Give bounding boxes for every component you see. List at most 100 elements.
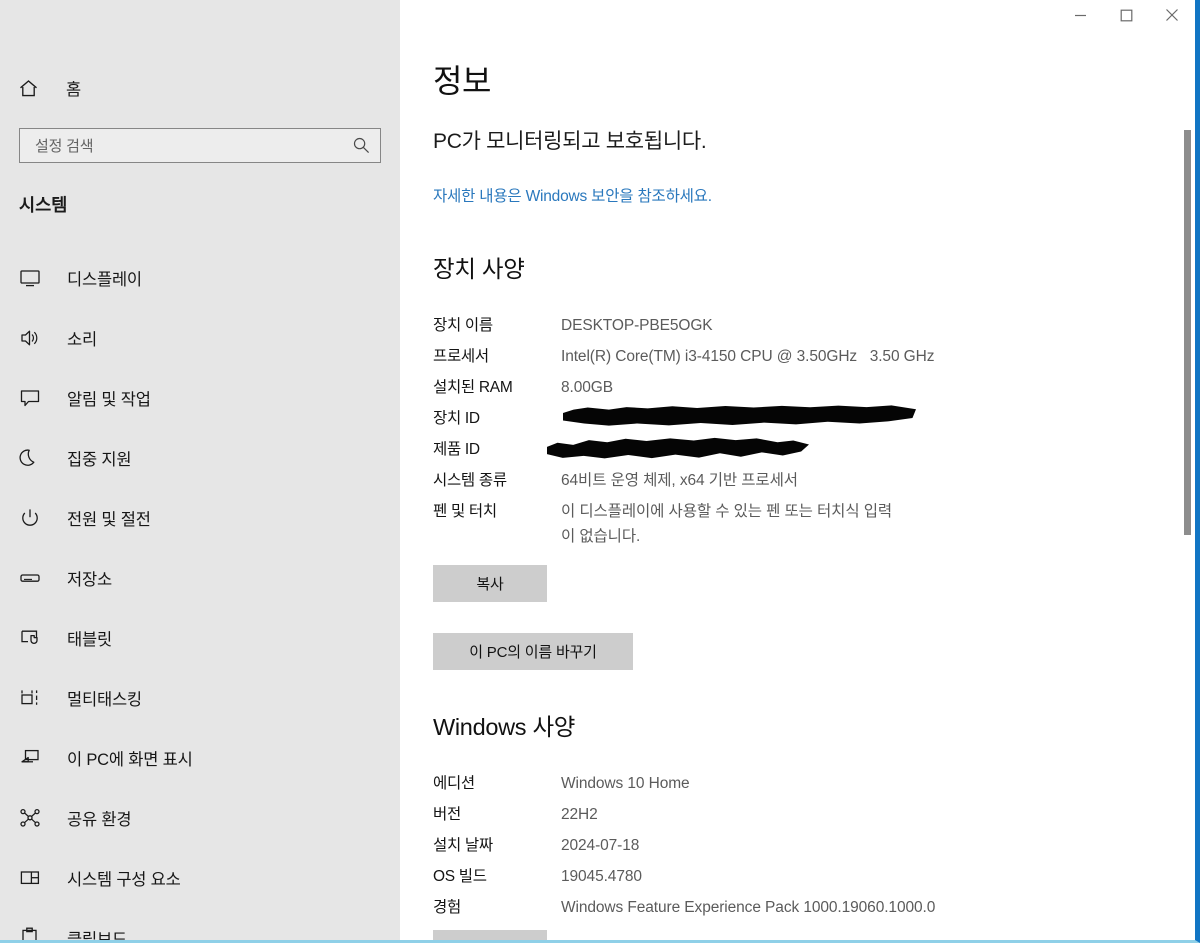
home-icon — [18, 78, 44, 99]
windows-spec-heading: Windows 사양 — [433, 714, 576, 740]
maximize-button[interactable] — [1103, 0, 1149, 30]
redacted-value — [561, 403, 1153, 434]
spec-value: Windows 10 Home — [561, 775, 690, 792]
maximize-icon — [1120, 9, 1133, 22]
spec-key: 장치 ID — [433, 410, 480, 427]
sidebar-item-clipboard-label: 클립보드 — [67, 931, 127, 943]
drive-icon — [19, 567, 46, 589]
table-row: 설치 날짜 2024-07-18 — [433, 830, 1153, 861]
spec-value: 이 디스플레이에 사용할 수 있는 펜 또는 터치식 입력 이 없습니다. — [561, 503, 893, 545]
windows-security-link[interactable]: 자세한 내용은 Windows 보안을 참조하세요. — [433, 184, 712, 206]
sidebar-item-storage-label: 저장소 — [67, 571, 112, 589]
table-row: 시스템 종류 64비트 운영 체제, x64 기반 프로세서 — [433, 465, 1153, 496]
scrollbar[interactable] — [1181, 0, 1195, 940]
sidebar-item-system-components-label: 시스템 구성 요소 — [67, 871, 181, 889]
spec-key: OS 빌드 — [433, 868, 487, 885]
sidebar-item-multitasking-label: 멀티태스킹 — [67, 691, 142, 709]
spec-key: 설치 날짜 — [433, 837, 493, 854]
sidebar-item-system-components[interactable]: 시스템 구성 요소 — [0, 848, 400, 908]
spec-key: 프로세서 — [433, 348, 489, 365]
multitask-icon — [19, 687, 46, 709]
chat-bubble-icon — [19, 387, 46, 409]
project-icon — [19, 747, 46, 769]
bottom-partial-button[interactable] — [433, 930, 547, 940]
sidebar-item-notifications-label: 알림 및 작업 — [67, 391, 151, 409]
redacted-value — [547, 434, 1153, 465]
search-input[interactable]: 설정 검색 — [19, 128, 381, 163]
sidebar-item-home-label: 홈 — [66, 81, 82, 99]
sidebar-item-projecting[interactable]: 이 PC에 화면 표시 — [0, 728, 400, 788]
sidebar-item-clipboard[interactable]: 클립보드 — [0, 908, 400, 943]
search-icon[interactable] — [342, 136, 380, 155]
table-row: 제품 ID — [433, 434, 1153, 465]
main-content: 정보 PC가 모니터링되고 보호됩니다. 자세한 내용은 Windows 보안을… — [400, 0, 1195, 940]
spec-value: Intel(R) Core(TM) i3-4150 CPU @ 3.50GHz … — [561, 348, 935, 365]
sidebar-item-tablet-label: 태블릿 — [67, 631, 112, 649]
table-row: 설치된 RAM 8.00GB — [433, 372, 1153, 403]
spec-key: 시스템 종류 — [433, 472, 507, 489]
spec-value: 64비트 운영 체제, x64 기반 프로세서 — [561, 472, 798, 489]
search-placeholder: 설정 검색 — [35, 138, 94, 155]
table-row: 버전 22H2 — [433, 799, 1153, 830]
windows-spec-table: 에디션 Windows 10 Home 버전 22H2 설치 날짜 2024-0… — [433, 768, 1153, 923]
minimize-button[interactable] — [1057, 0, 1103, 30]
sidebar-item-shared-experiences[interactable]: 공유 환경 — [0, 788, 400, 848]
sidebar-item-display[interactable]: 디스플레이 — [0, 248, 400, 308]
tablet-icon — [19, 627, 46, 649]
components-icon — [19, 867, 46, 889]
clipboard-icon — [19, 927, 46, 940]
page-title: 정보 — [433, 63, 491, 99]
table-row: 장치 ID — [433, 403, 1153, 434]
table-row: 프로세서 Intel(R) Core(TM) i3-4150 CPU @ 3.5… — [433, 341, 1153, 372]
sidebar-item-home[interactable]: 홈 — [18, 71, 81, 105]
spec-key: 장치 이름 — [433, 317, 493, 334]
sidebar-item-multitasking[interactable]: 멀티태스킹 — [0, 668, 400, 728]
sidebar: 홈 설정 검색 시스템 디스플레이 소리 알림 및 작업 집중 지원 전원 및 … — [0, 0, 400, 943]
table-row: 경험 Windows Feature Experience Pack 1000.… — [433, 892, 1153, 923]
table-row: OS 빌드 19045.4780 — [433, 861, 1153, 892]
spec-key: 제품 ID — [433, 441, 480, 458]
spec-value: DESKTOP-PBE5OGK — [561, 317, 713, 334]
device-spec-heading: 장치 사양 — [433, 256, 525, 282]
sidebar-item-tablet[interactable]: 태블릿 — [0, 608, 400, 668]
speaker-icon — [19, 327, 46, 349]
sidebar-section-title: 시스템 — [19, 195, 68, 215]
monitor-icon — [19, 267, 46, 289]
sidebar-item-projecting-label: 이 PC에 화면 표시 — [67, 751, 193, 769]
copy-button[interactable]: 복사 — [433, 565, 547, 602]
scrollbar-thumb[interactable] — [1184, 130, 1191, 535]
spec-value: Windows Feature Experience Pack 1000.190… — [561, 899, 936, 916]
sidebar-item-focus-assist-label: 집중 지원 — [67, 451, 132, 469]
sidebar-item-power-label: 전원 및 절전 — [67, 511, 151, 529]
settings-window: 홈 설정 검색 시스템 디스플레이 소리 알림 및 작업 집중 지원 전원 및 … — [0, 0, 1200, 943]
spec-key: 경험 — [433, 899, 461, 916]
spec-key: 펜 및 터치 — [433, 503, 497, 520]
power-icon — [19, 507, 46, 529]
spec-value: 19045.4780 — [561, 868, 642, 885]
table-row: 펜 및 터치 이 디스플레이에 사용할 수 있는 펜 또는 터치식 입력 이 없… — [433, 496, 1153, 549]
device-spec-table: 장치 이름 DESKTOP-PBE5OGK 프로세서 Intel(R) Core… — [433, 310, 1153, 549]
rename-pc-button[interactable]: 이 PC의 이름 바꾸기 — [433, 633, 633, 670]
sidebar-item-focus-assist[interactable]: 집중 지원 — [0, 428, 400, 488]
protection-status: PC가 모니터링되고 보호됩니다. — [433, 130, 707, 153]
spec-value: 2024-07-18 — [561, 837, 640, 854]
table-row: 장치 이름 DESKTOP-PBE5OGK — [433, 310, 1153, 341]
sidebar-item-notifications[interactable]: 알림 및 작업 — [0, 368, 400, 428]
sidebar-item-sound[interactable]: 소리 — [0, 308, 400, 368]
sidebar-item-shared-experiences-label: 공유 환경 — [67, 811, 132, 829]
minimize-icon — [1074, 9, 1087, 22]
spec-key: 에디션 — [433, 775, 475, 792]
close-button[interactable] — [1149, 0, 1195, 30]
moon-icon — [19, 447, 46, 469]
sidebar-item-display-label: 디스플레이 — [67, 271, 142, 289]
spec-value: 8.00GB — [561, 379, 613, 396]
sidebar-item-sound-label: 소리 — [67, 331, 97, 349]
spec-value: 22H2 — [561, 806, 598, 823]
sidebar-item-storage[interactable]: 저장소 — [0, 548, 400, 608]
share-icon — [19, 807, 46, 829]
sidebar-item-power[interactable]: 전원 및 절전 — [0, 488, 400, 548]
table-row: 에디션 Windows 10 Home — [433, 768, 1153, 799]
redaction-stroke — [563, 405, 916, 426]
spec-key: 설치된 RAM — [433, 379, 513, 396]
close-icon — [1165, 8, 1179, 22]
